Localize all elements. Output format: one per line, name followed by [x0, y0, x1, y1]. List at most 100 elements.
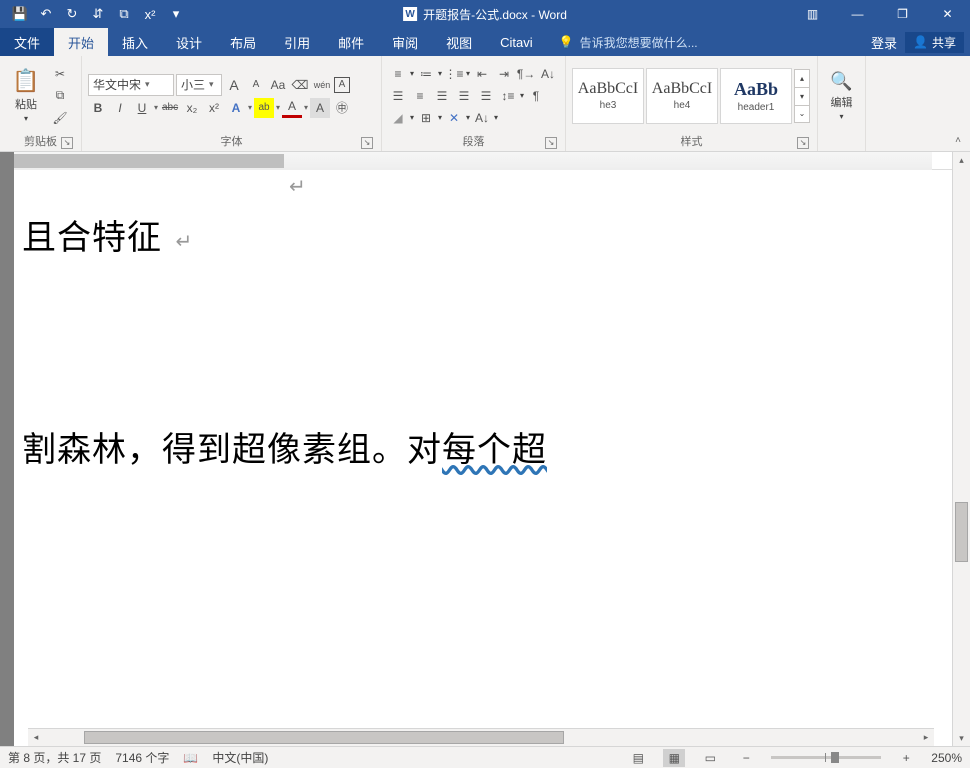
close-button[interactable]: ✕ — [925, 0, 970, 28]
sort-button[interactable]: A↓ — [538, 64, 558, 84]
gallery-down-icon[interactable]: ▾ — [794, 87, 810, 105]
change-case-button[interactable]: Aa — [268, 75, 288, 95]
h-scroll-thumb[interactable] — [84, 731, 564, 744]
align-center-button[interactable]: ≡ — [410, 86, 430, 106]
bullets-button[interactable]: ≡ — [388, 64, 408, 84]
shrink-font-button[interactable]: A — [246, 75, 266, 95]
zoom-in-button[interactable]: + — [895, 749, 917, 767]
char-shading-button[interactable]: A — [310, 98, 330, 118]
tab-layout[interactable]: 布局 — [216, 28, 270, 56]
cut-button[interactable]: ✂ — [50, 64, 70, 84]
font-color-button[interactable]: A — [282, 98, 302, 118]
page-area[interactable]: ↵ 且合特征 ↵ 割森林，得到超像素组。对每个超 ◂ ▸ — [14, 152, 952, 746]
superscript-button[interactable]: x² — [204, 98, 224, 118]
new-window-button[interactable]: ⧉ — [112, 2, 136, 26]
find-button[interactable]: 🔍 编辑 ▾ — [824, 71, 859, 121]
align-right-button[interactable]: ☰ — [432, 86, 452, 106]
dec-indent-button[interactable]: ⇤ — [472, 64, 492, 84]
highlight-button[interactable]: ab — [254, 98, 274, 118]
line-spacing-button[interactable]: ↕≡ — [498, 86, 518, 106]
tab-file[interactable]: 文件 — [0, 28, 54, 56]
undo-button[interactable]: ↶ — [34, 2, 58, 26]
distributed-button[interactable]: ☰ — [476, 86, 496, 106]
scroll-down-icon[interactable]: ▾ — [953, 730, 970, 746]
page-status[interactable]: 第 8 页，共 17 页 — [8, 749, 101, 766]
grow-font-button[interactable]: A — [224, 75, 244, 95]
font-name-combo[interactable]: 华文中宋▾ — [88, 74, 174, 96]
subscript-button[interactable]: x₂ — [182, 98, 202, 118]
tab-mailings[interactable]: 邮件 — [324, 28, 378, 56]
ribbon-options-button[interactable]: ▥ — [790, 0, 835, 28]
tab-review[interactable]: 审阅 — [378, 28, 432, 56]
copy-button[interactable]: ⧉ — [50, 86, 70, 106]
font-launcher[interactable]: ↘ — [361, 137, 373, 149]
clear-format-button[interactable]: ⌫ — [290, 75, 310, 95]
gallery-more-icon[interactable]: ⌄ — [794, 105, 810, 123]
tab-view[interactable]: 视图 — [432, 28, 486, 56]
redo-button[interactable]: ↻ — [60, 2, 84, 26]
paste-button[interactable]: 📋 粘贴 ▾ — [6, 68, 46, 123]
save-button[interactable]: 💾 — [8, 2, 32, 26]
tab-home[interactable]: 开始 — [54, 28, 108, 56]
underline-button[interactable]: U — [132, 98, 152, 118]
enclose-char-button[interactable]: ㊥ — [332, 98, 352, 118]
horizontal-ruler[interactable] — [14, 152, 952, 170]
v-scroll-thumb[interactable] — [955, 502, 968, 562]
zoom-level[interactable]: 250% — [931, 751, 962, 765]
word-count[interactable]: 7146 个字 — [115, 749, 169, 766]
inc-indent-button[interactable]: ⇥ — [494, 64, 514, 84]
scroll-right-icon[interactable]: ▸ — [918, 729, 934, 746]
justify-button[interactable]: ☰ — [454, 86, 474, 106]
numbering-button[interactable]: ≔ — [416, 64, 436, 84]
scroll-left-icon[interactable]: ◂ — [28, 729, 44, 746]
styles-launcher[interactable]: ↘ — [797, 137, 809, 149]
format-painter-button[interactable]: 🖌 — [50, 108, 70, 128]
strike-button[interactable]: abc — [160, 98, 180, 118]
font-size-combo[interactable]: 小三▾ — [176, 74, 222, 96]
multilevel-button[interactable]: ⋮≡ — [444, 64, 464, 84]
snap-grid-button[interactable]: ✕ — [444, 108, 464, 128]
tab-references[interactable]: 引用 — [270, 28, 324, 56]
gallery-up-icon[interactable]: ▴ — [794, 69, 810, 87]
collapse-ribbon-button[interactable]: ˄ — [950, 135, 966, 149]
italic-button[interactable]: I — [110, 98, 130, 118]
superscript-qat-button[interactable]: x² — [138, 2, 162, 26]
style-he4[interactable]: AaBbCcI he4 — [646, 68, 718, 124]
qat-more-button[interactable]: ▾ — [164, 2, 188, 26]
style-he3[interactable]: AaBbCcI he3 — [572, 68, 644, 124]
maximize-button[interactable]: ❐ — [880, 0, 925, 28]
tab-insert[interactable]: 插入 — [108, 28, 162, 56]
scroll-up-icon[interactable]: ▴ — [953, 152, 970, 168]
bold-button[interactable]: B — [88, 98, 108, 118]
ltr-button[interactable]: ¶→ — [516, 64, 536, 84]
text-effects-button[interactable]: A — [226, 98, 246, 118]
zoom-out-button[interactable]: − — [735, 749, 757, 767]
char-border-button[interactable]: A — [334, 77, 350, 93]
read-mode-button[interactable]: ▤ — [627, 749, 649, 767]
tab-design[interactable]: 设计 — [162, 28, 216, 56]
print-layout-button[interactable]: ▦ — [663, 749, 685, 767]
spell-icon[interactable]: 📖 — [183, 751, 198, 765]
paragraph-launcher[interactable]: ↘ — [545, 137, 557, 149]
minimize-button[interactable]: — — [835, 0, 880, 28]
style-gallery-expand[interactable]: ▴ ▾ ⌄ — [794, 69, 810, 123]
clipboard-launcher[interactable]: ↘ — [61, 137, 73, 149]
tell-me-search[interactable]: 💡 告诉我您想要做什么... — [559, 28, 698, 56]
tab-citavi[interactable]: Citavi — [486, 28, 547, 56]
web-layout-button[interactable]: ▭ — [699, 749, 721, 767]
shading-button[interactable]: ◢ — [388, 108, 408, 128]
share-button[interactable]: 👤 共享 — [905, 32, 964, 53]
select-similar-button[interactable]: A↓ — [472, 108, 492, 128]
phonetic-button[interactable]: wén — [312, 75, 332, 95]
style-header1[interactable]: AaBb header1 — [720, 68, 792, 124]
vertical-scrollbar[interactable]: ▴ ▾ — [952, 152, 970, 746]
show-marks-button[interactable]: ¶ — [526, 86, 546, 106]
touch-mode-button[interactable]: ⇵ — [86, 2, 110, 26]
align-left-button[interactable]: ☰ — [388, 86, 408, 106]
login-link[interactable]: 登录 — [871, 33, 897, 52]
borders-button[interactable]: ⊞ — [416, 108, 436, 128]
style-gallery[interactable]: AaBbCcI he3 AaBbCcI he4 AaBb header1 ▴ ▾… — [572, 68, 810, 124]
horizontal-scrollbar[interactable]: ◂ ▸ — [28, 728, 934, 746]
language-status[interactable]: 中文(中国) — [212, 749, 268, 766]
zoom-slider[interactable] — [771, 756, 881, 759]
